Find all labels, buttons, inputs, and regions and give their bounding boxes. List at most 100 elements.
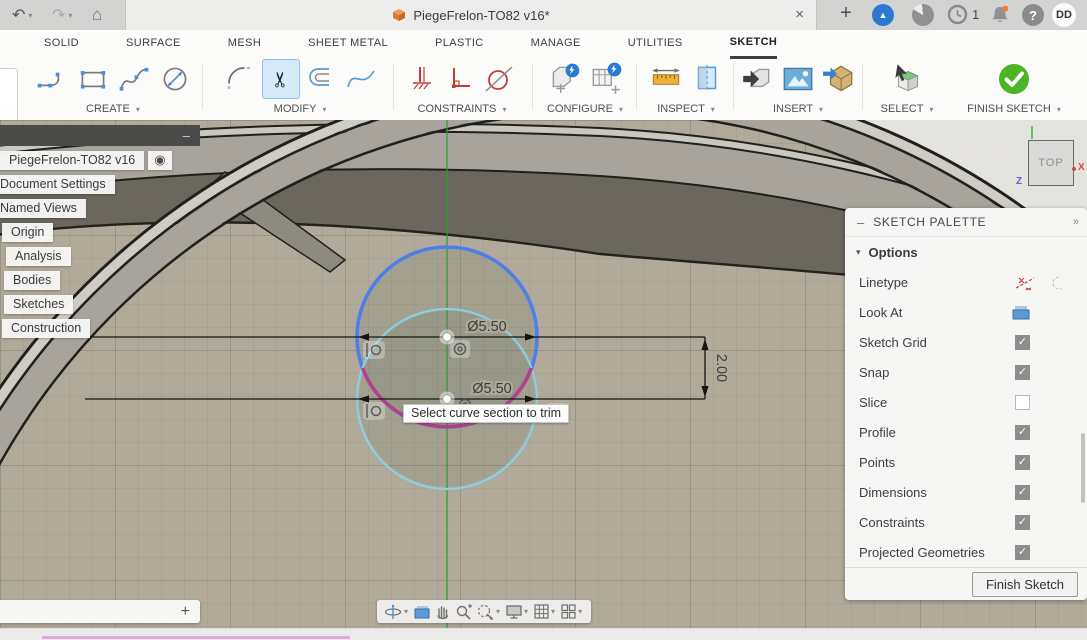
create-circle-dimension-icon[interactable]	[157, 61, 193, 97]
job-status-icon[interactable]	[912, 4, 934, 26]
insert-mesh-icon[interactable]	[821, 61, 857, 97]
constraints-dropdown[interactable]: CONSTRAINTS ▾	[418, 103, 507, 115]
timeline-progress-line[interactable]	[42, 636, 350, 639]
palette-expand-icon[interactable]: »	[1073, 216, 1079, 228]
configure-table-icon[interactable]	[588, 61, 624, 97]
timeline-bar[interactable]: +	[0, 600, 200, 623]
finish-sketch-button[interactable]: Finish Sketch	[972, 572, 1078, 597]
projected-geometries-checkbox[interactable]	[1015, 545, 1030, 560]
modify-trim-tool-active[interactable]: ✂	[262, 59, 300, 99]
home-button[interactable]: ⌂	[92, 0, 102, 30]
tab-solid[interactable]: SOLID	[44, 30, 79, 57]
dimension-vertical-distance[interactable]: 2.00	[713, 354, 729, 382]
browser-item-label[interactable]: Bodies	[4, 271, 60, 290]
viewports-button[interactable]: ▾	[560, 603, 584, 620]
help-button[interactable]: ?	[1022, 4, 1044, 26]
constraint-tangent-icon[interactable]	[481, 61, 517, 97]
dimension-top-diameter[interactable]: Ø5.50	[467, 319, 507, 335]
points-checkbox[interactable]	[1015, 455, 1030, 470]
profile-checkbox[interactable]	[1015, 425, 1030, 440]
dimension-bottom-diameter[interactable]: Ø5.50	[472, 381, 512, 397]
dropdown-caret-icon[interactable]: ▾	[524, 607, 528, 616]
notifications-button[interactable]	[988, 3, 1012, 32]
browser-panel-header[interactable]: –	[0, 125, 200, 146]
browser-item-named-views[interactable]: Named Views	[0, 199, 86, 218]
insert-canvas-icon[interactable]	[780, 61, 816, 97]
tab-manage[interactable]: MANAGE	[531, 30, 581, 57]
zoom-button[interactable]	[455, 603, 473, 621]
palette-scrollbar[interactable]	[1081, 433, 1085, 503]
close-tab-icon[interactable]: ×	[795, 6, 804, 23]
slice-checkbox[interactable]	[1015, 395, 1030, 410]
inspect-dropdown[interactable]: INSPECT ▾	[657, 103, 715, 115]
select-dropdown[interactable]: SELECT ▾	[881, 103, 934, 115]
redo-button[interactable]: ↷ ▾	[52, 0, 72, 30]
undo-button[interactable]: ↶ ▾	[12, 0, 32, 30]
viewcube[interactable]: TOP	[1028, 140, 1074, 186]
constraint-fix-icon[interactable]	[407, 62, 439, 96]
new-tab-button[interactable]: +	[833, 2, 859, 25]
orbit-button[interactable]: ▾	[384, 603, 410, 621]
configure-features-icon[interactable]	[547, 61, 583, 97]
browser-item-label[interactable]: Document Settings	[0, 175, 115, 194]
browser-item-label[interactable]: Construction	[2, 319, 90, 338]
select-icon[interactable]	[888, 60, 926, 98]
constraint-perpendicular-icon[interactable]	[444, 62, 476, 96]
palette-header[interactable]: – SKETCH PALETTE »	[845, 208, 1087, 237]
grid-settings-button[interactable]: ▾	[533, 603, 557, 620]
tab-mesh[interactable]: MESH	[228, 30, 261, 57]
undo-caret-icon[interactable]: ▾	[28, 11, 32, 20]
create-dropdown[interactable]: CREATE ▾	[86, 103, 140, 115]
browser-minimize-icon[interactable]: –	[183, 128, 190, 143]
inspect-section-icon[interactable]	[689, 61, 725, 97]
fit-button[interactable]: ▾	[476, 603, 502, 621]
configure-dropdown[interactable]: CONFIGURE ▾	[547, 103, 623, 115]
finish-sketch-dropdown[interactable]: FINISH SKETCH ▾	[967, 103, 1061, 115]
tab-surface[interactable]: SURFACE	[126, 30, 181, 57]
create-rectangle-icon[interactable]	[75, 61, 111, 97]
tab-sketch[interactable]: SKETCH	[730, 29, 778, 59]
timeline-add-icon[interactable]: +	[181, 603, 190, 621]
create-line-icon[interactable]	[34, 61, 70, 97]
palette-options-section[interactable]: ▾ Options	[845, 237, 1087, 267]
sketch-grid-checkbox[interactable]	[1015, 335, 1030, 350]
inspect-measure-icon[interactable]	[648, 61, 684, 97]
viewcube-top-face[interactable]: TOP	[1038, 157, 1063, 169]
tab-plastic[interactable]: PLASTIC	[435, 30, 484, 57]
browser-item-label[interactable]: Analysis	[6, 247, 71, 266]
palette-minimize-icon[interactable]: –	[857, 215, 864, 230]
browser-item-label[interactable]: Origin	[2, 223, 53, 242]
visibility-icon[interactable]: ◉	[148, 151, 171, 170]
browser-item-label[interactable]: Sketches	[4, 295, 73, 314]
dimensions-checkbox[interactable]	[1015, 485, 1030, 500]
browser-item-document-settings[interactable]: Document Settings	[0, 175, 115, 194]
linetype-centerline-icon[interactable]	[1043, 275, 1063, 291]
browser-item-construction[interactable]: Construction	[2, 319, 90, 338]
dropdown-caret-icon[interactable]: ▾	[404, 607, 408, 616]
finish-sketch-icon[interactable]	[995, 60, 1033, 98]
insert-derive-icon[interactable]	[739, 61, 775, 97]
display-settings-button[interactable]: ▾	[505, 603, 530, 620]
insert-dropdown[interactable]: INSERT ▾	[773, 103, 823, 115]
linetype-construction-icon[interactable]	[1015, 275, 1035, 291]
browser-root-label[interactable]: PiegeFrelon-TO82 v16	[0, 151, 144, 170]
section-collapse-icon[interactable]: ▾	[856, 247, 861, 258]
browser-item-root[interactable]: PiegeFrelon-TO82 v16◉	[0, 151, 172, 170]
extensions-button[interactable]: ▲	[872, 4, 894, 26]
browser-item-origin[interactable]: Origin	[2, 223, 53, 242]
browser-item-sketches[interactable]: Sketches	[4, 295, 73, 314]
constraints-checkbox[interactable]	[1015, 515, 1030, 530]
dropdown-caret-icon[interactable]: ▾	[578, 607, 582, 616]
browser-item-label[interactable]: Named Views	[0, 199, 86, 218]
tab-sheet-metal[interactable]: SHEET METAL	[308, 30, 388, 57]
modify-offset-icon[interactable]	[305, 62, 339, 96]
dropdown-caret-icon[interactable]: ▾	[551, 607, 555, 616]
look-at-button[interactable]	[413, 604, 431, 620]
create-spline-icon[interactable]	[116, 61, 152, 97]
dropdown-caret-icon[interactable]: ▾	[496, 607, 500, 616]
redo-caret-icon[interactable]: ▾	[68, 11, 72, 20]
pending-jobs-indicator[interactable]: 1	[947, 4, 979, 25]
document-tab[interactable]: PiegeFrelon-TO82 v16* ×	[125, 0, 817, 30]
modify-curve-icon[interactable]	[344, 62, 378, 96]
avatar[interactable]: DD	[1052, 3, 1076, 27]
